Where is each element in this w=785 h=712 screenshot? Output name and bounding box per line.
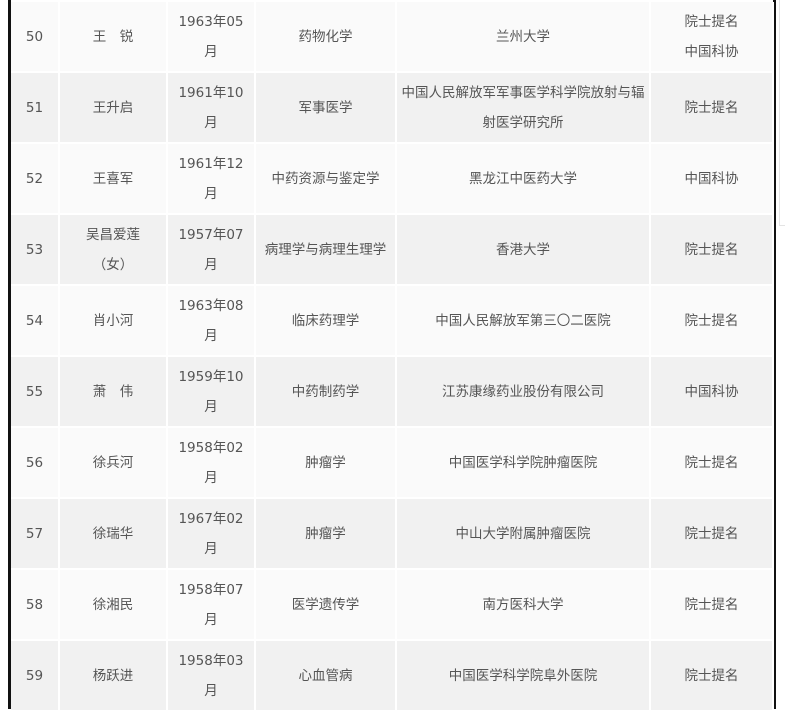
cell-birth: 1959年10月 <box>167 356 256 428</box>
cell-name: 徐兵河 <box>59 427 168 499</box>
cell-source: 院士提名 <box>650 498 774 570</box>
cell-org: 黑龙江中医药大学 <box>396 143 651 215</box>
cell-source: 中国科协 <box>650 356 774 428</box>
cell-no: 54 <box>11 285 60 357</box>
cell-org: 中国医学科学院肿瘤医院 <box>396 427 651 499</box>
cell-source: 院士提名 <box>650 285 774 357</box>
cell-field: 药物化学 <box>255 2 397 73</box>
cell-no: 53 <box>11 214 60 286</box>
cell-org: 江苏康缘药业股份有限公司 <box>396 356 651 428</box>
cell-no: 59 <box>11 640 60 712</box>
table-row: 50 王 锐 1963年05月 药物化学 兰州大学 院士提名 中国科协 <box>11 2 774 73</box>
cell-field: 中药制药学 <box>255 356 397 428</box>
page-frame: 50 王 锐 1963年05月 药物化学 兰州大学 院士提名 中国科协 51 王… <box>0 0 785 712</box>
cell-birth: 1961年10月 <box>167 72 256 144</box>
candidates-table: 50 王 锐 1963年05月 药物化学 兰州大学 院士提名 中国科协 51 王… <box>11 2 774 712</box>
table-row: 52 王喜军 1961年12月 中药资源与鉴定学 黑龙江中医药大学 中国科协 <box>11 143 774 215</box>
cell-birth: 1963年08月 <box>167 285 256 357</box>
cell-source: 院士提名 中国科协 <box>650 2 774 73</box>
cell-no: 52 <box>11 143 60 215</box>
cell-field: 中药资源与鉴定学 <box>255 143 397 215</box>
cell-name: 王 锐 <box>59 2 168 73</box>
cell-birth: 1961年12月 <box>167 143 256 215</box>
cell-no: 58 <box>11 569 60 641</box>
cell-name: 肖小河 <box>59 285 168 357</box>
cell-birth: 1963年05月 <box>167 2 256 73</box>
table-body: 50 王 锐 1963年05月 药物化学 兰州大学 院士提名 中国科协 51 王… <box>11 2 774 712</box>
table-row: 59 杨跃进 1958年03月 心血管病 中国医学科学院阜外医院 院士提名 <box>11 640 774 712</box>
cell-source: 院士提名 <box>650 569 774 641</box>
cell-source: 院士提名 <box>650 427 774 499</box>
cell-org: 中国人民解放军第三〇二医院 <box>396 285 651 357</box>
cell-source: 院士提名 <box>650 72 774 144</box>
cell-field: 病理学与病理生理学 <box>255 214 397 286</box>
cell-no: 55 <box>11 356 60 428</box>
cell-org: 兰州大学 <box>396 2 651 73</box>
cell-no: 57 <box>11 498 60 570</box>
cell-name: 徐瑞华 <box>59 498 168 570</box>
side-panel <box>779 0 785 226</box>
cell-field: 肿瘤学 <box>255 498 397 570</box>
cell-name: 徐湘民 <box>59 569 168 641</box>
cell-name: 王喜军 <box>59 143 168 215</box>
cell-org: 南方医科大学 <box>396 569 651 641</box>
table-row: 51 王升启 1961年10月 军事医学 中国人民解放军军事医学科学院放射与辐射… <box>11 72 774 144</box>
cell-org: 香港大学 <box>396 214 651 286</box>
cell-source: 中国科协 <box>650 143 774 215</box>
cell-source: 院士提名 <box>650 214 774 286</box>
cell-field: 临床药理学 <box>255 285 397 357</box>
table-row: 56 徐兵河 1958年02月 肿瘤学 中国医学科学院肿瘤医院 院士提名 <box>11 427 774 499</box>
cell-name: 杨跃进 <box>59 640 168 712</box>
cell-name: 王升启 <box>59 72 168 144</box>
table-row: 58 徐湘民 1958年07月 医学遗传学 南方医科大学 院士提名 <box>11 569 774 641</box>
cell-source: 院士提名 <box>650 640 774 712</box>
table-row: 55 萧 伟 1959年10月 中药制药学 江苏康缘药业股份有限公司 中国科协 <box>11 356 774 428</box>
table-row: 53 吴昌爱莲（女） 1957年07月 病理学与病理生理学 香港大学 院士提名 <box>11 214 774 286</box>
cell-org: 中国医学科学院阜外医院 <box>396 640 651 712</box>
cell-org: 中国人民解放军军事医学科学院放射与辐射医学研究所 <box>396 72 651 144</box>
cell-field: 肿瘤学 <box>255 427 397 499</box>
cell-no: 50 <box>11 2 60 73</box>
cell-name: 萧 伟 <box>59 356 168 428</box>
cell-no: 56 <box>11 427 60 499</box>
cell-birth: 1958年03月 <box>167 640 256 712</box>
cell-field: 军事医学 <box>255 72 397 144</box>
cell-org: 中山大学附属肿瘤医院 <box>396 498 651 570</box>
table-row: 54 肖小河 1963年08月 临床药理学 中国人民解放军第三〇二医院 院士提名 <box>11 285 774 357</box>
cell-name: 吴昌爱莲（女） <box>59 214 168 286</box>
cell-no: 51 <box>11 72 60 144</box>
cell-birth: 1967年02月 <box>167 498 256 570</box>
cell-birth: 1957年07月 <box>167 214 256 286</box>
cell-field: 医学遗传学 <box>255 569 397 641</box>
table-row: 57 徐瑞华 1967年02月 肿瘤学 中山大学附属肿瘤医院 院士提名 <box>11 498 774 570</box>
cell-birth: 1958年02月 <box>167 427 256 499</box>
cell-birth: 1958年07月 <box>167 569 256 641</box>
cell-field: 心血管病 <box>255 640 397 712</box>
